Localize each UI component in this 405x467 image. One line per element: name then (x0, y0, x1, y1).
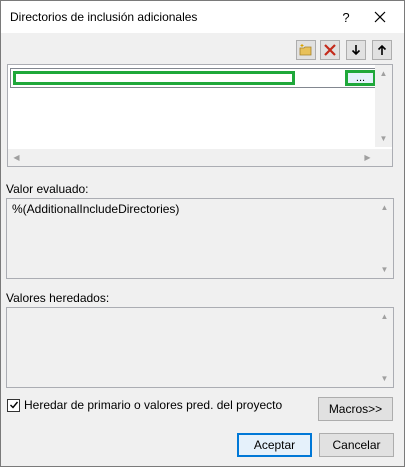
inherit-checkbox-row[interactable]: Heredar de primario o valores pred. del … (7, 398, 282, 412)
title-bar: Directorios de inclusión adicionales ? (1, 1, 404, 33)
scroll-down-icon[interactable]: ▼ (376, 261, 393, 278)
scroll-up-icon[interactable]: ▲ (376, 308, 393, 325)
scroll-corner (375, 149, 392, 166)
accept-button[interactable]: Aceptar (237, 433, 312, 457)
scroll-down-icon[interactable]: ▼ (375, 130, 392, 147)
inherit-checkbox[interactable] (7, 398, 20, 412)
scroll-left-icon[interactable]: ◀ (8, 149, 25, 166)
dialog-window: Directorios de inclusión adicionales ? .… (0, 0, 405, 467)
dialog-title: Directorios de inclusión adicionales (10, 10, 198, 24)
new-folder-icon (299, 44, 312, 56)
list-horizontal-scrollbar[interactable]: ◀ ▶ (8, 149, 376, 166)
inherited-values-label: Valores heredados: (6, 291, 110, 305)
directory-list[interactable]: ... ▲ ▼ ◀ ▶ (7, 64, 393, 167)
directory-path-input[interactable] (13, 71, 295, 85)
move-up-icon (377, 44, 387, 55)
inherit-checkbox-label[interactable]: Heredar de primario o valores pred. del … (24, 398, 282, 412)
scroll-up-icon[interactable]: ▲ (376, 199, 393, 216)
scroll-right-icon[interactable]: ▶ (359, 149, 376, 166)
checkmark-icon (9, 401, 18, 409)
new-line-button[interactable] (296, 40, 316, 60)
delete-icon (324, 44, 336, 56)
move-down-button[interactable] (346, 40, 366, 60)
delete-line-button[interactable] (320, 40, 340, 60)
inherited-vertical-scrollbar[interactable]: ▲ ▼ (376, 308, 393, 387)
browse-button[interactable]: ... (345, 70, 376, 86)
move-down-icon (351, 45, 361, 56)
scroll-down-icon[interactable]: ▼ (376, 370, 393, 387)
cancel-button[interactable]: Cancelar (319, 433, 394, 457)
evaluated-value-text: %(AdditionalIncludeDirectories) (12, 202, 180, 216)
close-icon (374, 11, 386, 23)
close-button[interactable] (365, 1, 395, 33)
list-item[interactable]: ... (10, 68, 376, 88)
macros-button[interactable]: Macros>> (318, 397, 393, 421)
evaluated-value-label: Valor evaluado: (6, 182, 89, 196)
evaluated-vertical-scrollbar[interactable]: ▲ ▼ (376, 199, 393, 278)
inherited-values-box[interactable]: ▲ ▼ (6, 307, 394, 388)
help-label: ? (342, 9, 350, 25)
move-up-button[interactable] (372, 40, 392, 60)
list-vertical-scrollbar[interactable]: ▲ ▼ (375, 65, 392, 147)
help-button[interactable]: ? (331, 1, 361, 33)
scroll-up-icon[interactable]: ▲ (375, 65, 392, 82)
evaluated-value-box[interactable]: %(AdditionalIncludeDirectories) ▲ ▼ (6, 198, 394, 279)
